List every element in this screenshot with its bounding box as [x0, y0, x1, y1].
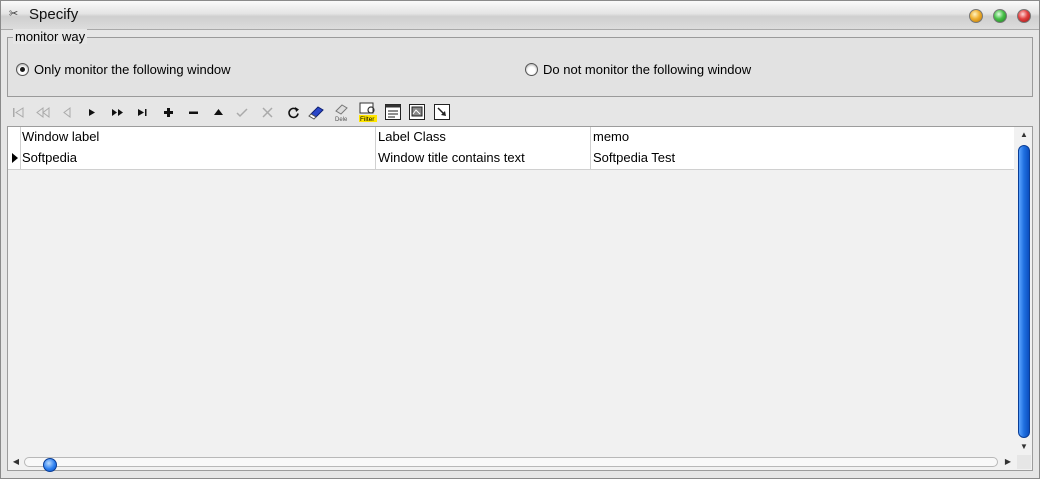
dele-icon[interactable]: Dele [331, 101, 353, 123]
dele-text: Dele [335, 117, 348, 122]
monitor-way-legend: monitor way [13, 29, 88, 44]
radio-only-monitor-label: Only monitor the following window [34, 62, 231, 77]
table-row[interactable]: Softpedia Window title contains text Sof… [8, 148, 1014, 170]
title-bar[interactable]: ✂ Specify [1, 1, 1039, 30]
prior-record-icon[interactable] [56, 101, 78, 123]
column-divider [20, 127, 21, 169]
radio-do-not-monitor[interactable]: Do not monitor the following window [525, 62, 751, 77]
grid-header: Window label Label Class memo [8, 127, 1014, 149]
navigator-toolbar: Dele Filter [7, 101, 1033, 123]
next-page-icon[interactable] [107, 101, 129, 123]
cell-label-class[interactable]: Window title contains text [378, 148, 588, 168]
cell-memo[interactable]: Softpedia Test [593, 148, 1003, 168]
window-title: Specify [29, 6, 79, 23]
scroll-corner [1017, 455, 1031, 469]
first-record-icon[interactable] [7, 101, 29, 123]
vertical-scrollbar[interactable]: ▲ ▼ [1017, 129, 1031, 453]
cell-window-label[interactable]: Softpedia [22, 148, 372, 168]
radio-do-not-monitor-label: Do not monitor the following window [543, 62, 752, 77]
radio-selected-icon[interactable] [16, 63, 29, 76]
edit-icon[interactable] [207, 101, 229, 123]
filter-icon[interactable]: Filter [357, 101, 379, 123]
eraser-icon[interactable] [306, 101, 328, 123]
post-icon[interactable] [231, 101, 253, 123]
filter-text: Filter [360, 116, 375, 122]
scroll-up-icon[interactable]: ▲ [1017, 129, 1031, 141]
column-header-label-class[interactable]: Label Class [378, 127, 588, 147]
column-divider [590, 127, 591, 169]
minimize-button[interactable] [969, 9, 983, 23]
data-grid[interactable]: Window label Label Class memo Softpedia … [7, 126, 1033, 472]
column-header-window-label[interactable]: Window label [22, 127, 372, 147]
refresh-icon[interactable] [282, 101, 304, 123]
import-icon[interactable] [431, 101, 453, 123]
column-header-memo[interactable]: memo [593, 127, 1003, 147]
specify-window: ✂ Specify monitor way Only monitor the f… [0, 0, 1040, 479]
vertical-scroll-thumb[interactable] [1018, 145, 1030, 438]
delete-icon[interactable] [182, 101, 204, 123]
last-record-icon[interactable] [132, 101, 154, 123]
scroll-left-icon[interactable]: ◀ [10, 455, 22, 469]
insert-icon[interactable] [157, 101, 179, 123]
scissors-icon: ✂ [9, 8, 19, 20]
column-divider [375, 127, 376, 169]
maximize-button[interactable] [993, 9, 1007, 23]
current-row-indicator-icon [12, 153, 18, 163]
prior-page-icon[interactable] [32, 101, 54, 123]
scroll-down-icon[interactable]: ▼ [1017, 441, 1031, 453]
cancel-icon[interactable] [256, 101, 278, 123]
radio-only-monitor[interactable]: Only monitor the following window [16, 62, 231, 77]
next-record-icon[interactable] [81, 101, 103, 123]
horizontal-scroll-thumb[interactable] [43, 458, 57, 472]
export-icon[interactable] [406, 101, 428, 123]
radio-unselected-icon[interactable] [525, 63, 538, 76]
horizontal-scroll-track[interactable] [24, 457, 998, 472]
horizontal-scrollbar[interactable]: ◀ ▶ [10, 455, 1016, 472]
scroll-right-icon[interactable]: ▶ [1002, 455, 1014, 469]
report-icon[interactable] [382, 101, 404, 123]
close-button[interactable] [1017, 9, 1031, 23]
